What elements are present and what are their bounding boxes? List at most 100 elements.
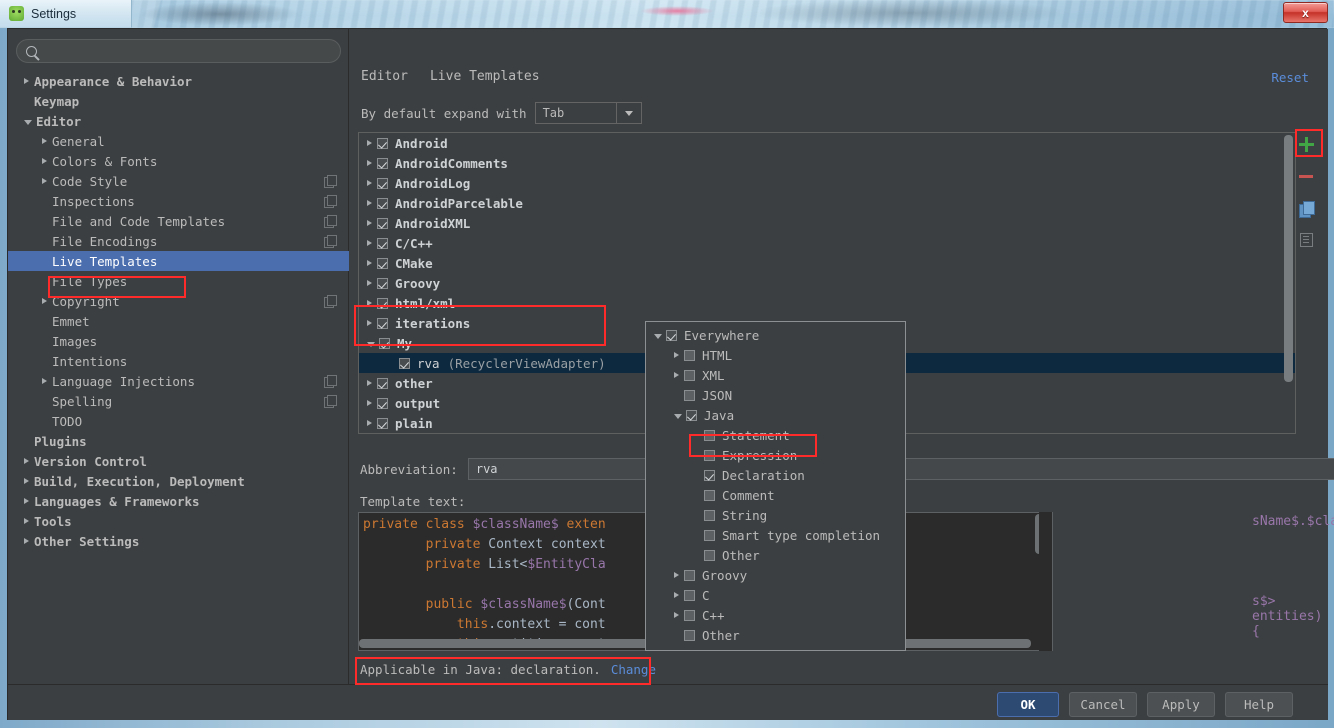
template-list-scrollbar[interactable] xyxy=(1284,135,1293,382)
chevron-right-icon[interactable] xyxy=(674,572,679,578)
chevron-right-icon[interactable] xyxy=(367,140,372,146)
popup-item-everywhere[interactable]: Everywhere xyxy=(646,325,905,345)
chevron-right-icon[interactable] xyxy=(367,300,372,306)
popup-item-xml[interactable]: XML xyxy=(646,365,905,385)
scope-copy-icon[interactable] xyxy=(324,175,337,188)
template-checkbox[interactable] xyxy=(377,317,388,329)
popup-checkbox[interactable] xyxy=(704,449,715,461)
duplicate-template-button[interactable] xyxy=(1294,228,1318,252)
sidebar-item-todo[interactable]: TODO xyxy=(8,411,349,431)
template-checkbox[interactable] xyxy=(377,277,388,289)
popup-item-string[interactable]: String xyxy=(646,505,905,525)
popup-item-groovy[interactable]: Groovy xyxy=(646,565,905,585)
sidebar-item-general[interactable]: General xyxy=(8,131,349,151)
chevron-right-icon[interactable] xyxy=(674,592,679,598)
template-checkbox[interactable] xyxy=(399,357,410,369)
chevron-right-icon[interactable] xyxy=(367,320,372,326)
popup-checkbox[interactable] xyxy=(704,489,715,501)
popup-checkbox[interactable] xyxy=(684,349,695,361)
popup-item-json[interactable]: JSON xyxy=(646,385,905,405)
template-row-androidxml[interactable]: AndroidXML xyxy=(359,213,1295,233)
search-input[interactable] xyxy=(43,44,340,58)
sidebar-item-emmet[interactable]: Emmet xyxy=(8,311,349,331)
sidebar-item-intentions[interactable]: Intentions xyxy=(8,351,349,371)
popup-checkbox[interactable] xyxy=(666,329,677,341)
ok-button[interactable]: OK xyxy=(997,692,1059,717)
sidebar-item-code-style[interactable]: Code Style xyxy=(8,171,349,191)
popup-checkbox[interactable] xyxy=(686,409,697,421)
chevron-right-icon[interactable] xyxy=(367,420,372,426)
scope-copy-icon[interactable] xyxy=(324,395,337,408)
chevron-right-icon[interactable] xyxy=(24,78,29,84)
template-row-c-c[interactable]: C/C++ xyxy=(359,233,1295,253)
scope-copy-icon[interactable] xyxy=(324,375,337,388)
scope-copy-icon[interactable] xyxy=(324,295,337,308)
template-checkbox[interactable] xyxy=(377,217,388,229)
popup-item-other[interactable]: Other xyxy=(646,625,905,645)
popup-item-comment[interactable]: Comment xyxy=(646,485,905,505)
chevron-right-icon[interactable] xyxy=(24,518,29,524)
help-button[interactable]: Help xyxy=(1225,692,1293,717)
template-checkbox[interactable] xyxy=(377,397,388,409)
popup-item-smart-type-completion[interactable]: Smart type completion xyxy=(646,525,905,545)
scope-copy-icon[interactable] xyxy=(324,215,337,228)
popup-checkbox[interactable] xyxy=(684,629,695,641)
popup-checkbox[interactable] xyxy=(684,569,695,581)
chevron-right-icon[interactable] xyxy=(674,352,679,358)
sidebar-item-spelling[interactable]: Spelling xyxy=(8,391,349,411)
cancel-button[interactable]: Cancel xyxy=(1069,692,1137,717)
chevron-right-icon[interactable] xyxy=(367,400,372,406)
search-box[interactable] xyxy=(16,39,341,63)
template-row-cmake[interactable]: CMake xyxy=(359,253,1295,273)
popup-item-declaration[interactable]: Declaration xyxy=(646,465,905,485)
popup-item-java[interactable]: Java xyxy=(646,405,905,425)
template-checkbox[interactable] xyxy=(377,417,388,429)
sidebar-item-other-settings[interactable]: Other Settings xyxy=(8,531,349,551)
chevron-right-icon[interactable] xyxy=(674,612,679,618)
sidebar-item-colors-fonts[interactable]: Colors & Fonts xyxy=(8,151,349,171)
chevron-right-icon[interactable] xyxy=(674,372,679,378)
sidebar-item-version-control[interactable]: Version Control xyxy=(8,451,349,471)
chevron-right-icon[interactable] xyxy=(367,260,372,266)
sidebar-item-file-encodings[interactable]: File Encodings xyxy=(8,231,349,251)
sidebar-item-appearance-behavior[interactable]: Appearance & Behavior xyxy=(8,71,349,91)
settings-category-tree[interactable]: Appearance & Behavior Keymap Editor General… xyxy=(8,71,349,681)
sidebar-item-images[interactable]: Images xyxy=(8,331,349,351)
popup-checkbox[interactable] xyxy=(684,609,695,621)
reset-link[interactable]: Reset xyxy=(1271,70,1309,85)
template-checkbox[interactable] xyxy=(377,177,388,189)
popup-checkbox[interactable] xyxy=(704,469,715,481)
chevron-right-icon[interactable] xyxy=(367,380,372,386)
template-row-androidcomments[interactable]: AndroidComments xyxy=(359,153,1295,173)
sidebar-item-copyright[interactable]: Copyright xyxy=(8,291,349,311)
copy-template-button[interactable] xyxy=(1294,196,1318,220)
popup-item-c[interactable]: C++ xyxy=(646,605,905,625)
sidebar-item-plugins[interactable]: Plugins xyxy=(8,431,349,451)
popup-item-statement[interactable]: Statement xyxy=(646,425,905,445)
chevron-down-icon[interactable] xyxy=(654,333,662,339)
popup-checkbox[interactable] xyxy=(704,549,715,561)
chevron-right-icon[interactable] xyxy=(367,280,372,286)
sidebar-item-languages-frameworks[interactable]: Languages & Frameworks xyxy=(8,491,349,511)
scope-copy-icon[interactable] xyxy=(324,195,337,208)
template-row-html-xml[interactable]: html/xml xyxy=(359,293,1295,313)
template-checkbox[interactable] xyxy=(377,257,388,269)
chevron-down-icon[interactable] xyxy=(674,413,682,419)
popup-item-c[interactable]: C xyxy=(646,585,905,605)
sidebar-item-inspections[interactable]: Inspections xyxy=(8,191,349,211)
template-checkbox[interactable] xyxy=(377,137,388,149)
popup-item-expression[interactable]: Expression xyxy=(646,445,905,465)
template-checkbox[interactable] xyxy=(377,197,388,209)
template-row-androidparcelable[interactable]: AndroidParcelable xyxy=(359,193,1295,213)
chevron-right-icon[interactable] xyxy=(24,478,29,484)
add-template-button[interactable] xyxy=(1294,132,1318,156)
sidebar-item-tools[interactable]: Tools xyxy=(8,511,349,531)
chevron-down-icon[interactable] xyxy=(615,103,641,123)
popup-checkbox[interactable] xyxy=(684,389,695,401)
popup-checkbox[interactable] xyxy=(704,509,715,521)
sidebar-item-keymap[interactable]: Keymap xyxy=(8,91,349,111)
template-checkbox[interactable] xyxy=(377,377,388,389)
chevron-right-icon[interactable] xyxy=(24,498,29,504)
template-row-android[interactable]: Android xyxy=(359,133,1295,153)
sidebar-item-file-types[interactable]: File Types xyxy=(8,271,349,291)
